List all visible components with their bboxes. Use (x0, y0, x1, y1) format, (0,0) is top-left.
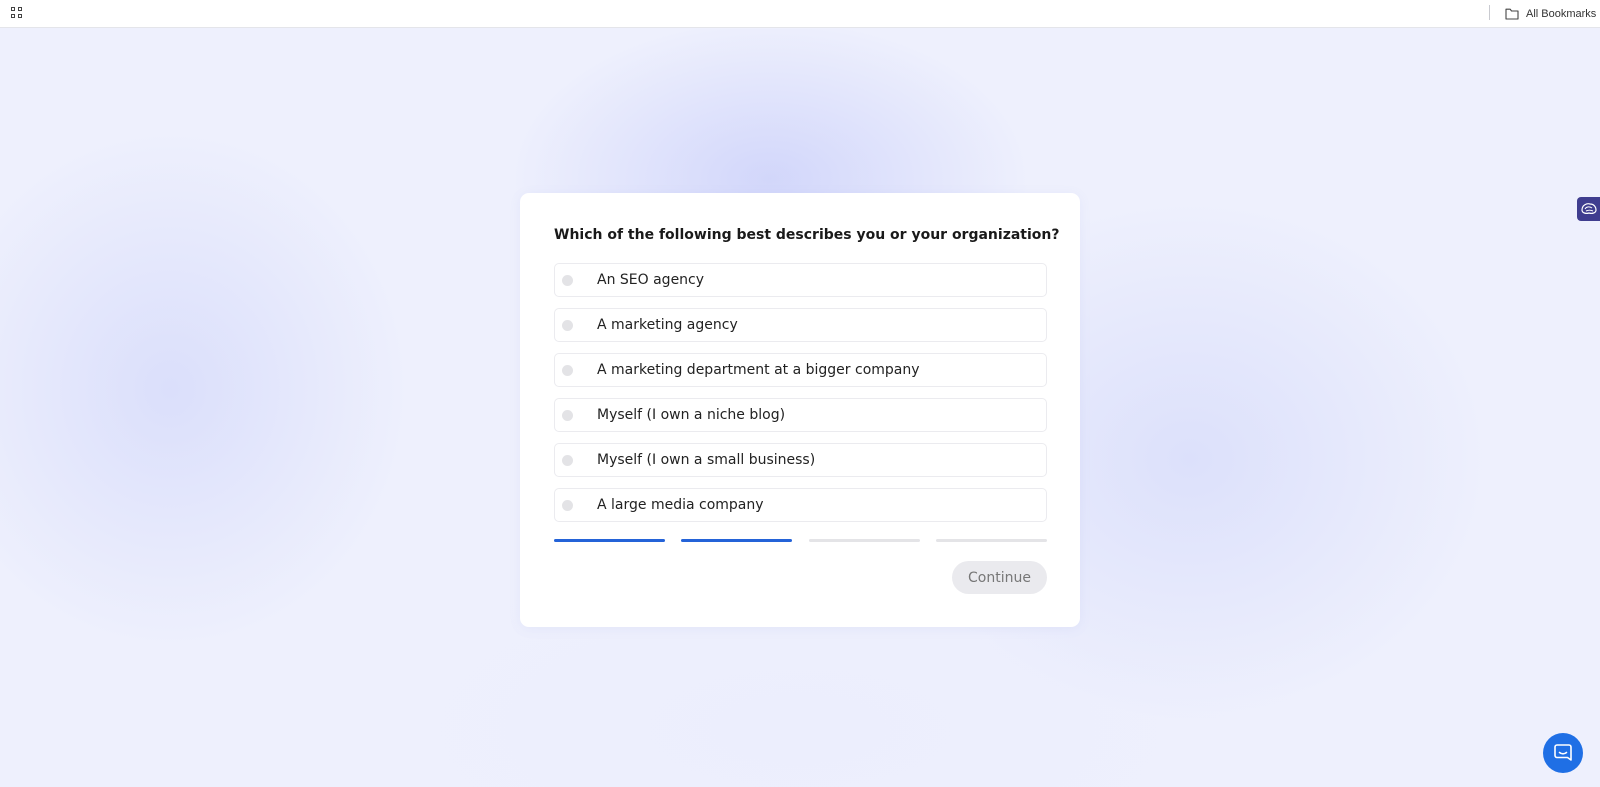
option-label: Myself (I own a niche blog) (597, 407, 786, 423)
survey-card: Which of the following best describes yo… (520, 193, 1080, 627)
chat-bubble-icon (1554, 744, 1572, 761)
progress-step-3 (808, 539, 920, 542)
side-widget-button[interactable] (1577, 197, 1600, 221)
progress-step-1 (554, 539, 665, 542)
options-list: An SEO agency A marketing agency A marke… (554, 263, 1047, 533)
step-progress (554, 539, 1047, 542)
all-bookmarks-button[interactable]: All Bookmarks (1505, 6, 1596, 22)
radio-button[interactable] (562, 454, 573, 466)
progress-step-2 (681, 539, 793, 542)
option-label: Myself (I own a small business) (597, 452, 816, 468)
survey-question: Which of the following best describes yo… (554, 227, 1060, 243)
option-label: A marketing agency (597, 317, 738, 333)
radio-button[interactable] (562, 409, 573, 421)
option-seo-agency[interactable]: An SEO agency (554, 263, 1047, 297)
option-label: An SEO agency (597, 272, 705, 288)
option-marketing-department[interactable]: A marketing department at a bigger compa… (554, 353, 1047, 387)
chat-launcher-button[interactable] (1543, 733, 1583, 773)
progress-step-4 (935, 539, 1047, 542)
brain-icon (1580, 203, 1597, 214)
bookmarks-bar: All Bookmarks (0, 0, 1600, 28)
all-bookmarks-label: All Bookmarks (1526, 8, 1597, 20)
option-marketing-agency[interactable]: A marketing agency (554, 308, 1047, 342)
option-niche-blog[interactable]: Myself (I own a niche blog) (554, 398, 1047, 432)
radio-button[interactable] (562, 364, 573, 376)
option-label: A marketing department at a bigger compa… (597, 362, 920, 378)
continue-button[interactable]: Continue (952, 561, 1047, 594)
option-small-business[interactable]: Myself (I own a small business) (554, 443, 1047, 477)
apps-grid-icon[interactable] (11, 7, 23, 19)
radio-button[interactable] (562, 274, 573, 286)
radio-button[interactable] (562, 319, 573, 331)
radio-button[interactable] (562, 499, 573, 511)
option-large-media-company[interactable]: A large media company (554, 488, 1047, 522)
folder-icon (1505, 8, 1519, 20)
option-label: A large media company (597, 497, 764, 513)
bookmarks-divider (1489, 5, 1490, 20)
